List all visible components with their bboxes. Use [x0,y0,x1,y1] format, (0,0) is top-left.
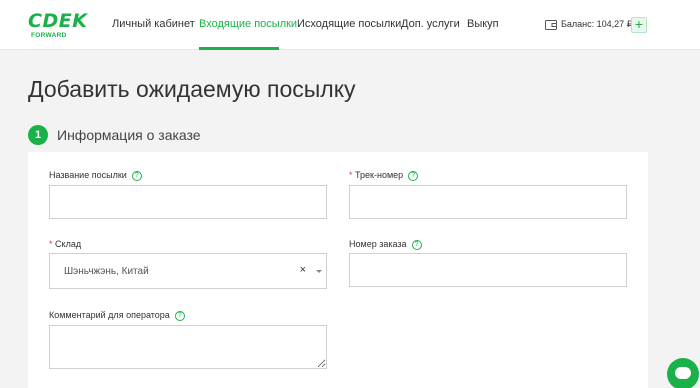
required-marker: * [349,170,353,180]
warehouse-label: * Склад [49,239,81,249]
order-info-card: Название посылки? * Трек-номер? * Склад … [28,152,648,388]
track-number-input[interactable] [349,185,627,219]
wallet-icon [545,20,557,30]
nav-item-incoming[interactable]: Входящие посылки [199,18,297,30]
parcel-name-label-text: Название посылки [49,170,127,180]
cdek-logo[interactable]: CDEK FORWARD [28,11,90,43]
order-number-input[interactable] [349,253,627,287]
track-number-label: * Трек-номер? [349,170,419,181]
help-icon[interactable]: ? [408,170,419,181]
chat-widget-button[interactable] [667,358,699,388]
step-number-badge: 1 [28,125,48,145]
balance-amount: Баланс: 104,27 ₽ [561,19,633,29]
parcel-name-input[interactable] [49,185,327,219]
parcel-name-label: Название посылки? [49,170,142,181]
active-nav-indicator [199,47,279,50]
logo-text: CDEK [28,10,88,32]
nav-item-account[interactable]: Личный кабинет [112,18,195,30]
comment-label-text: Комментарий для оператора [49,310,170,320]
step-title: Информация о заказе [57,127,201,143]
comment-textarea[interactable] [49,325,327,369]
top-header: CDEK FORWARD Личный кабинет Входящие пос… [0,0,700,50]
chat-icon [675,367,691,379]
nav-item-services[interactable]: Доп. услуги [401,18,460,30]
nav-item-buyout[interactable]: Выкуп [467,18,499,30]
page-title: Добавить ожидаемую посылку [28,76,356,102]
comment-label: Комментарий для оператора? [49,310,185,321]
order-number-label-text: Номер заказа [349,239,407,249]
top-up-button[interactable]: + [631,17,647,33]
nav-item-outgoing[interactable]: Исходящие посылки [297,18,401,30]
track-number-label-text: Трек-номер [355,170,404,180]
help-icon[interactable]: ? [131,170,142,181]
warehouse-selected-value: Шэньчжэнь, Китай [64,266,149,277]
help-icon[interactable]: ? [411,239,422,250]
warehouse-select[interactable]: Шэньчжэнь, Китай × [49,253,327,289]
help-icon[interactable]: ? [174,310,185,321]
clear-icon[interactable]: × [300,264,306,276]
warehouse-label-text: Склад [55,239,82,249]
order-number-label: Номер заказа? [349,239,422,250]
chevron-down-icon[interactable] [316,270,322,273]
required-marker: * [49,239,53,249]
logo-subtext: FORWARD [31,32,67,39]
